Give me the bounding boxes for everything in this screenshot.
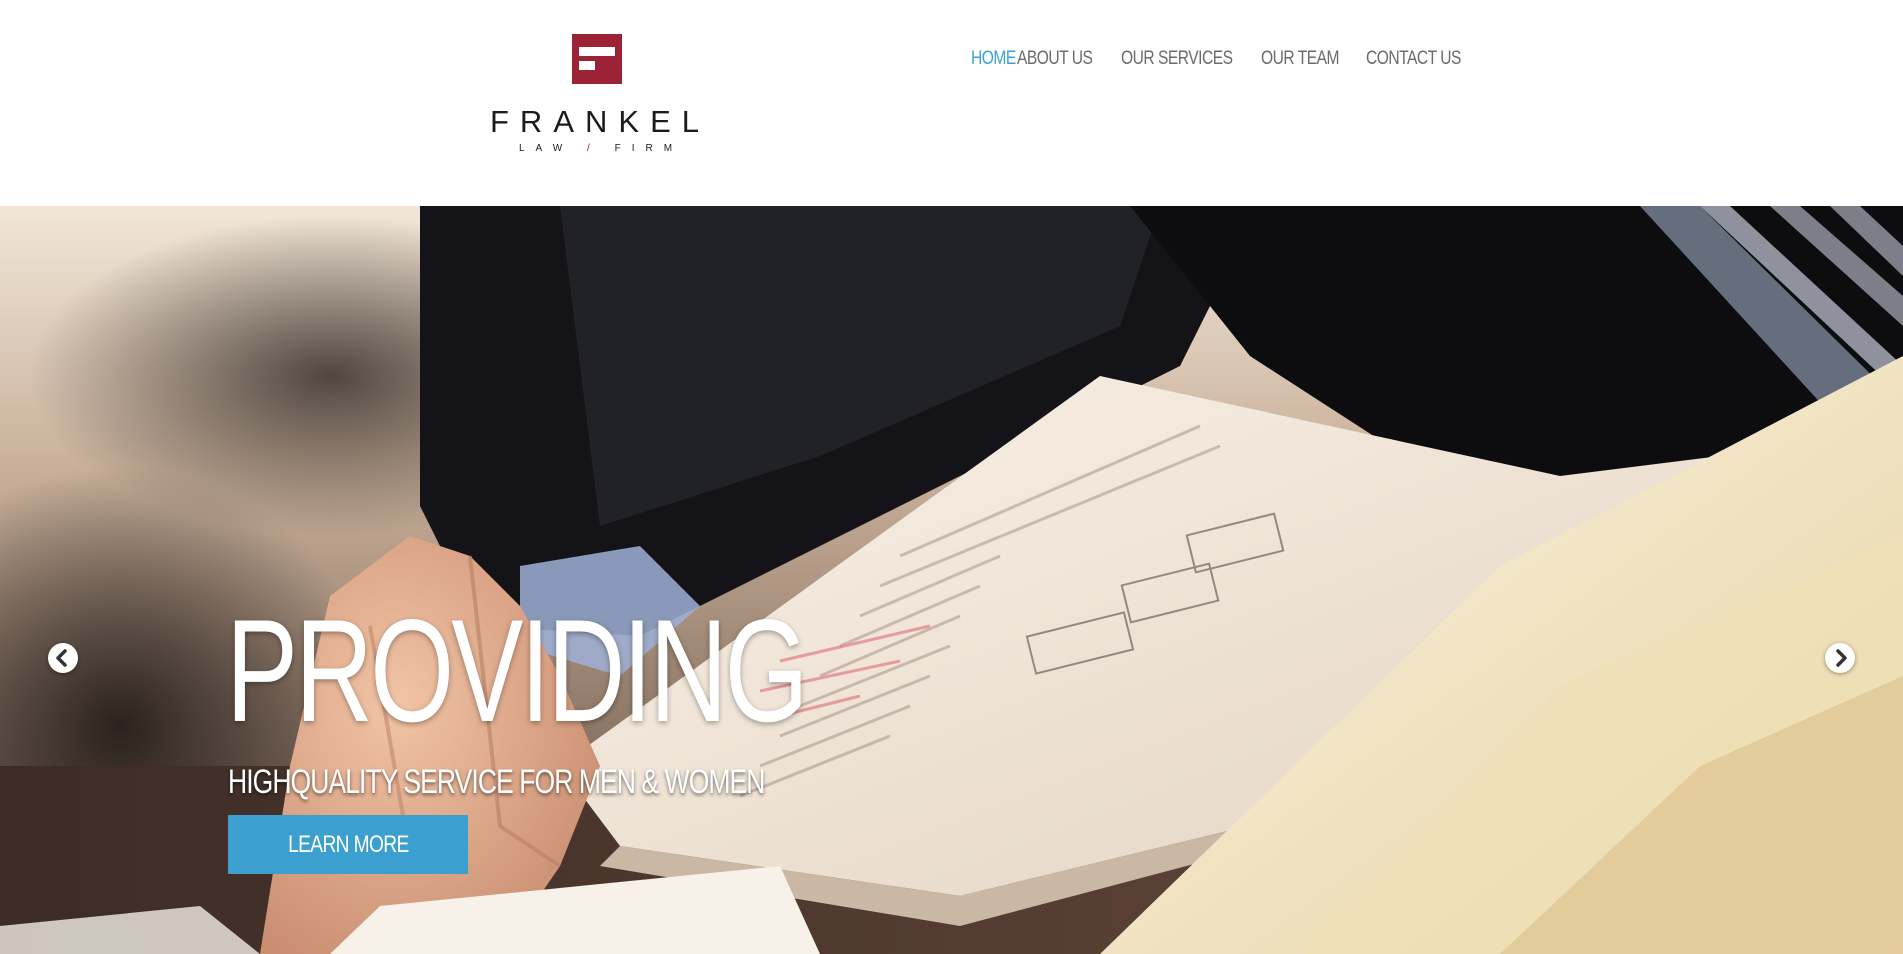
nav-item-our-services[interactable]: OUR SERVICES xyxy=(1121,48,1271,70)
chevron-left-icon xyxy=(56,649,67,667)
slider-next-button[interactable] xyxy=(1825,643,1855,673)
page: FRANKEL LAW / FIRM HOME ABOUT US OUR SER… xyxy=(0,0,1903,954)
brand-sub-separator: / xyxy=(587,143,601,154)
hero-subtitle: HIGHQUALITY SERVICE FOR MEN & WOMEN xyxy=(228,763,765,801)
nav-item-our-team[interactable]: OUR TEAM xyxy=(1261,48,1383,70)
learn-more-label: LEARN MORE xyxy=(287,830,409,858)
brand-name: FRANKEL xyxy=(490,104,710,139)
slider-prev-button[interactable] xyxy=(48,643,78,673)
brand-sub-right: FIRM xyxy=(614,143,684,154)
nav-item-contact-us[interactable]: CONTACT US xyxy=(1366,48,1497,70)
main-nav: HOME ABOUT US OUR SERVICES OUR TEAM CONT… xyxy=(960,48,1526,70)
brand-sub-left: LAW xyxy=(518,143,574,154)
learn-more-button[interactable]: LEARN MORE xyxy=(228,815,468,874)
brand-subtitle: LAW / FIRM xyxy=(470,144,720,154)
site-header: FRANKEL LAW / FIRM HOME ABOUT US OUR SER… xyxy=(0,0,1903,206)
chevron-right-icon xyxy=(1836,649,1847,667)
hero-title: PROVIDING xyxy=(226,589,809,752)
logo-mark-icon xyxy=(572,34,622,84)
brand-logo[interactable]: FRANKEL LAW / FIRM xyxy=(470,28,720,168)
